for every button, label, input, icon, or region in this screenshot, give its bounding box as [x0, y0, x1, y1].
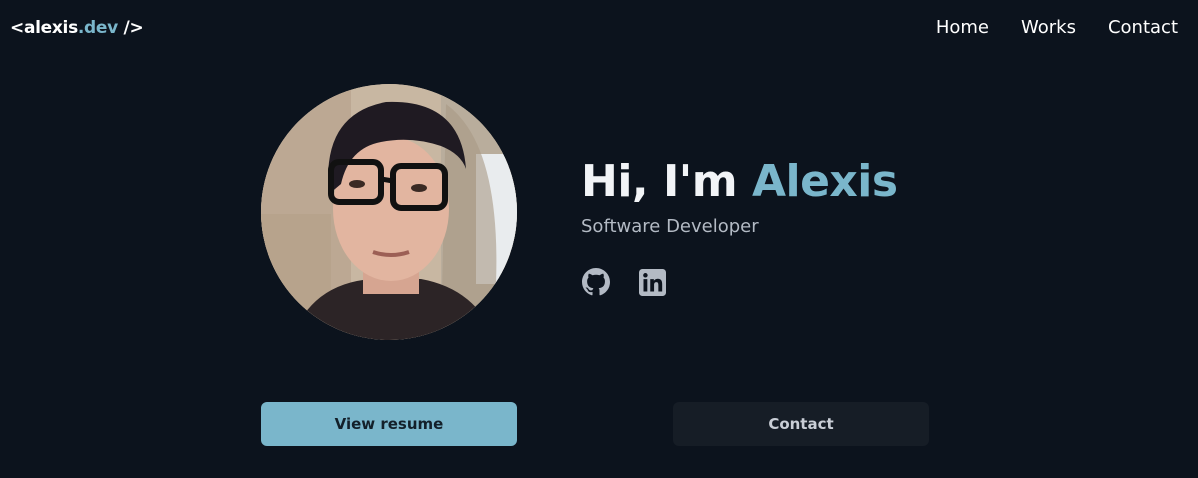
- contact-button[interactable]: Contact: [673, 402, 929, 446]
- logo-text-close: />: [117, 18, 144, 38]
- social-links: [581, 267, 898, 297]
- page: <alexis.dev /> Home Works Contact Hi, I'…: [0, 0, 1198, 478]
- hero-role: Software Developer: [581, 216, 759, 237]
- nav-works[interactable]: Works: [1021, 17, 1076, 38]
- hero-name: Alexis: [751, 156, 898, 207]
- hero-text: Hi, I'm Alexis Software Developer: [581, 154, 898, 297]
- nav-home[interactable]: Home: [936, 17, 989, 38]
- linkedin-icon: [638, 268, 666, 296]
- view-resume-button[interactable]: View resume: [261, 402, 517, 446]
- site-logo[interactable]: <alexis.dev />: [10, 18, 144, 38]
- greeting-prefix: Hi, I'm: [581, 156, 752, 207]
- main-nav: Home Works Contact: [936, 17, 1178, 38]
- logo-text-open: <alexis: [10, 18, 78, 38]
- profile-photo: [261, 84, 517, 340]
- hero-heading: Hi, I'm Alexis: [581, 154, 898, 210]
- logo-text-accent: .dev: [77, 18, 118, 38]
- nav-contact[interactable]: Contact: [1108, 17, 1178, 38]
- linkedin-link[interactable]: [637, 267, 667, 297]
- github-icon: [582, 268, 610, 296]
- github-link[interactable]: [581, 267, 611, 297]
